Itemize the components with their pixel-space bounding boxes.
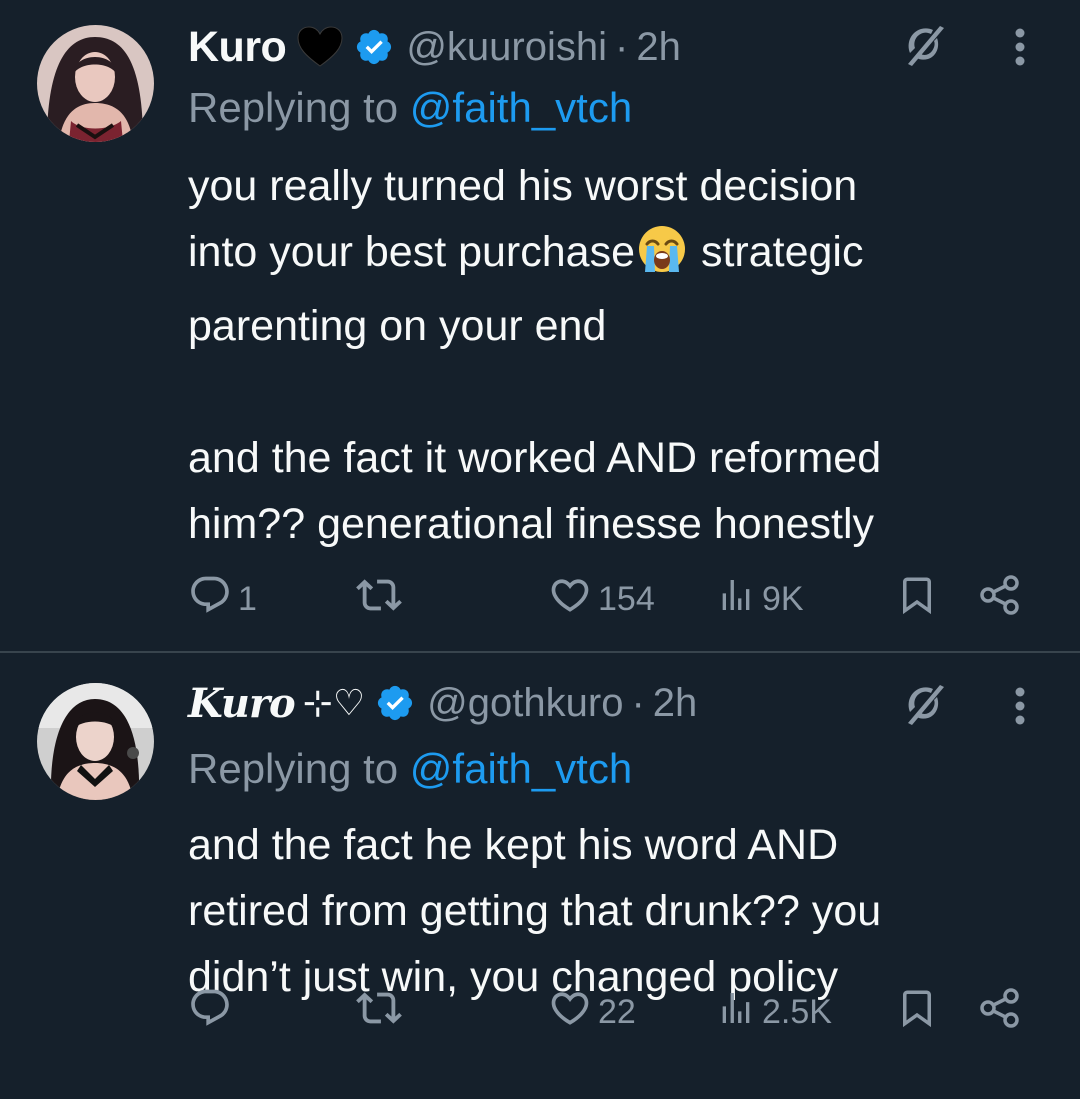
action-bar: 22 2.5K <box>0 982 1080 1042</box>
tweet-text-part2: strategic parenting on your end and the … <box>188 228 882 548</box>
separator: · <box>631 680 645 725</box>
tweet-1[interactable]: Kuro @kuuroishi · 2h Replying to @faith_… <box>0 0 1080 651</box>
more-icon[interactable] <box>1002 676 1038 736</box>
loudly-crying-emoji <box>637 224 687 293</box>
like-count: 154 <box>598 579 655 618</box>
more-icon[interactable] <box>1002 17 1038 77</box>
replying-to: Replying to @faith_vtch <box>188 745 632 793</box>
tweet-text: and the fact he kept his word AND retire… <box>188 821 882 1001</box>
verified-badge-icon <box>354 27 394 67</box>
reply-icon <box>188 986 232 1039</box>
separator: · <box>615 24 629 69</box>
reply-button[interactable]: 1 <box>188 569 257 629</box>
verified-badge-icon <box>375 683 415 723</box>
avatar[interactable] <box>37 25 154 142</box>
tweet-header: Kuro @kuuroishi · 2h <box>188 17 681 77</box>
replying-prefix: Replying to <box>188 84 410 131</box>
retweet-icon <box>356 985 402 1040</box>
bookmark-button[interactable] <box>896 569 938 629</box>
views-button[interactable]: 2.5K <box>716 982 832 1042</box>
mention-link[interactable]: @faith_vtch <box>410 84 632 131</box>
grok-icon[interactable] <box>896 676 952 732</box>
views-icon <box>716 988 756 1037</box>
tweet-text: you really turned his worst decision int… <box>188 153 1048 557</box>
share-icon <box>978 573 1022 626</box>
reply-button[interactable] <box>188 982 238 1042</box>
tweet-header: Kuro ⊹♡ @gothkuro · 2h <box>188 673 697 733</box>
share-button[interactable] <box>978 982 1022 1042</box>
replying-to: Replying to @faith_vtch <box>188 84 632 132</box>
views-icon <box>716 575 756 624</box>
replying-prefix: Replying to <box>188 745 410 792</box>
bookmark-icon <box>896 987 938 1038</box>
display-name[interactable]: Kuro <box>188 680 296 727</box>
like-count: 22 <box>598 992 636 1031</box>
timestamp[interactable]: 2h <box>636 25 681 70</box>
handle[interactable]: @gothkuro <box>427 681 623 726</box>
retweet-button[interactable] <box>356 982 408 1042</box>
avatar[interactable] <box>37 683 154 800</box>
grok-icon[interactable] <box>896 17 952 73</box>
timestamp[interactable]: 2h <box>653 681 698 726</box>
share-button[interactable] <box>978 569 1022 629</box>
handle[interactable]: @kuuroishi <box>406 25 607 70</box>
like-button[interactable]: 154 <box>548 569 655 629</box>
reply-count: 1 <box>238 579 257 618</box>
view-count: 9K <box>762 579 804 618</box>
like-icon <box>548 986 592 1039</box>
mention-link[interactable]: @faith_vtch <box>410 745 632 792</box>
tweet-2[interactable]: Kuro ⊹♡ @gothkuro · 2h Replying to @fait… <box>0 653 1080 1099</box>
view-count: 2.5K <box>762 992 832 1031</box>
bookmark-icon <box>896 574 938 625</box>
action-bar: 1 154 9K <box>0 569 1080 629</box>
name-decoration: ⊹♡ <box>302 682 366 724</box>
reply-icon <box>188 573 232 626</box>
views-button[interactable]: 9K <box>716 569 804 629</box>
retweet-icon <box>356 572 402 627</box>
like-icon <box>548 573 592 626</box>
retweet-button[interactable] <box>356 569 408 629</box>
like-button[interactable]: 22 <box>548 982 636 1042</box>
display-name[interactable]: Kuro <box>188 23 287 72</box>
bookmark-button[interactable] <box>896 982 938 1042</box>
black-heart-icon <box>296 26 344 68</box>
share-icon <box>978 986 1022 1039</box>
